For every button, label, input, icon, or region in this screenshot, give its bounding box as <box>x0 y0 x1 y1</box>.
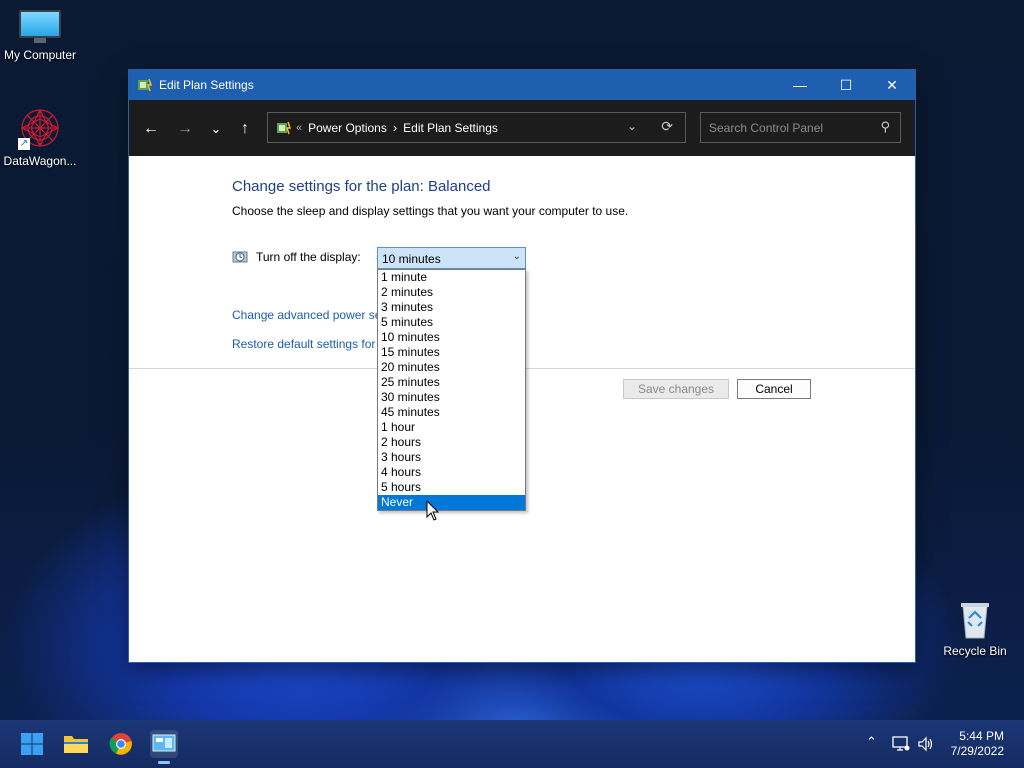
power-options-icon <box>138 78 153 92</box>
control-panel-icon <box>152 734 176 752</box>
option-5-hours[interactable]: 5 hours <box>378 480 525 495</box>
desktop-icon-label: Recycle Bin <box>943 644 1007 658</box>
restore-default-settings-link[interactable]: Restore default settings for t <box>232 337 382 351</box>
option-45-minutes[interactable]: 45 minutes <box>378 405 525 420</box>
mouse-cursor-icon <box>426 500 440 521</box>
display-timer-icon <box>232 251 248 263</box>
display-timeout-value: 10 minutes <box>382 252 441 266</box>
desktop-icon-label: My Computer <box>3 48 77 62</box>
option-15-minutes[interactable]: 15 minutes <box>378 345 525 360</box>
desktop-icon-my-computer[interactable]: My Computer <box>0 10 80 62</box>
folder-icon <box>64 736 88 753</box>
option-30-minutes[interactable]: 30 minutes <box>378 390 525 405</box>
network-icon[interactable] <box>892 736 910 752</box>
search-input[interactable] <box>707 118 871 138</box>
monitor-icon <box>19 10 61 44</box>
control-panel-taskbar-button[interactable] <box>150 730 178 764</box>
title-bar[interactable]: Edit Plan Settings — ☐ ✕ <box>129 70 915 100</box>
chevron-down-icon: ⌄ <box>512 251 521 262</box>
window-title: Edit Plan Settings <box>159 78 254 92</box>
option-2-minutes[interactable]: 2 minutes <box>378 285 525 300</box>
desktop-icon-datawagon[interactable]: ↗ DataWagon... <box>0 106 80 168</box>
breadcrumb-overflow-icon[interactable]: « <box>296 122 302 134</box>
option-never[interactable]: Never <box>378 495 525 510</box>
show-hidden-icons-chevron-icon[interactable]: ⌃ <box>866 734 877 750</box>
volume-icon[interactable] <box>917 736 935 752</box>
address-dropdown-icon[interactable]: ⌄ <box>627 119 637 133</box>
option-25-minutes[interactable]: 25 minutes <box>378 375 525 390</box>
back-button[interactable]: ← <box>140 118 162 140</box>
breadcrumb-power-options[interactable]: Power Options <box>308 121 387 135</box>
breadcrumb-separator-icon: › <box>392 120 398 135</box>
breadcrumb-edit-plan-settings[interactable]: Edit Plan Settings <box>403 121 498 135</box>
recent-locations-button[interactable]: ⌄ <box>205 118 227 140</box>
start-button[interactable] <box>18 730 46 758</box>
edit-plan-settings-window: Edit Plan Settings — ☐ ✕ ← → ⌄ ↑ « Power… <box>129 70 915 662</box>
minimize-button[interactable]: — <box>777 70 823 100</box>
control-panel-icon <box>277 121 292 134</box>
option-20-minutes[interactable]: 20 minutes <box>378 360 525 375</box>
forward-button[interactable]: → <box>174 118 196 140</box>
windows-logo-icon <box>21 733 43 755</box>
address-bar[interactable]: « Power Options › Edit Plan Settings ⌄ ⟳ <box>267 112 686 143</box>
maximize-button[interactable]: ☐ <box>823 70 869 100</box>
page-subtitle: Choose the sleep and display settings th… <box>232 204 629 218</box>
display-timeout-select[interactable]: 10 minutes ⌄ <box>377 247 526 269</box>
display-setting-label: Turn off the display: <box>256 250 361 264</box>
chrome-icon <box>109 733 132 755</box>
option-3-hours[interactable]: 3 hours <box>378 450 525 465</box>
up-button[interactable]: ↑ <box>234 118 256 140</box>
option-10-minutes[interactable]: 10 minutes <box>378 330 525 345</box>
navigation-bar: ← → ⌄ ↑ « Power Options › Edit Plan Sett… <box>129 100 915 156</box>
display-setting-row: Turn off the display: <box>232 249 361 265</box>
refresh-icon[interactable]: ⟳ <box>661 118 673 135</box>
clock-time: 5:44 PM <box>959 729 1004 743</box>
file-explorer-button[interactable] <box>62 730 90 758</box>
option-1-minute[interactable]: 1 minute <box>378 270 525 285</box>
display-timeout-listbox: 1 minute 2 minutes 3 minutes 5 minutes 1… <box>377 269 526 511</box>
search-box[interactable]: ⚲ <box>700 112 901 143</box>
taskbar: ⌃ 5:44 PM 7/29/2022 <box>0 720 1024 768</box>
content-area: Change settings for the plan: Balanced C… <box>129 156 915 662</box>
search-icon[interactable]: ⚲ <box>880 119 890 135</box>
datawagon-icon: ↗ <box>18 106 62 150</box>
chrome-button[interactable] <box>107 730 135 758</box>
option-3-minutes[interactable]: 3 minutes <box>378 300 525 315</box>
recycle-bin-icon <box>955 598 995 640</box>
cancel-button[interactable]: Cancel <box>737 379 811 399</box>
active-indicator <box>158 761 170 764</box>
option-2-hours[interactable]: 2 hours <box>378 435 525 450</box>
breadcrumb: « Power Options › Edit Plan Settings <box>276 120 498 136</box>
save-changes-button[interactable]: Save changes <box>623 379 729 399</box>
option-1-hour[interactable]: 1 hour <box>378 420 525 435</box>
change-advanced-power-settings-link[interactable]: Change advanced power se <box>232 308 381 322</box>
clock-date: 7/29/2022 <box>950 744 1004 758</box>
desktop-icon-recycle-bin[interactable]: Recycle Bin <box>935 598 1015 658</box>
desktop-icon-label: DataWagon... <box>3 154 77 168</box>
option-4-hours[interactable]: 4 hours <box>378 465 525 480</box>
close-button[interactable]: ✕ <box>869 70 915 100</box>
page-title: Change settings for the plan: Balanced <box>232 178 491 195</box>
clock[interactable]: 5:44 PM 7/29/2022 <box>951 729 1004 759</box>
option-5-minutes[interactable]: 5 minutes <box>378 315 525 330</box>
